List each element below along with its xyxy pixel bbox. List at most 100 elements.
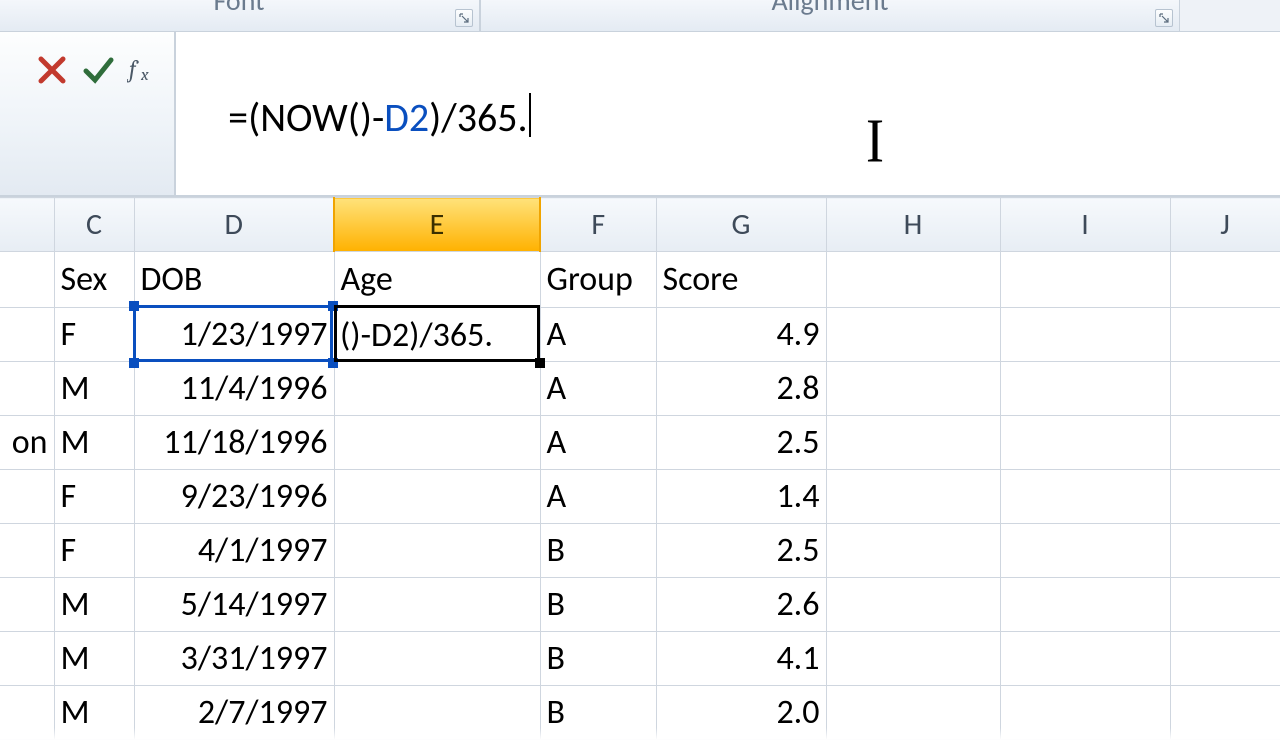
- cell[interactable]: 11/18/1996: [134, 416, 334, 470]
- cell[interactable]: [334, 416, 540, 470]
- cell[interactable]: [826, 252, 1000, 308]
- cell[interactable]: [1170, 362, 1280, 416]
- column-header-c[interactable]: C: [54, 198, 134, 252]
- cell[interactable]: [0, 524, 54, 578]
- formula-bar-buttons: f x: [0, 32, 176, 195]
- cell[interactable]: [826, 686, 1000, 740]
- alignment-dialog-launcher[interactable]: [1155, 9, 1173, 27]
- cell[interactable]: [1170, 416, 1280, 470]
- cell[interactable]: M: [54, 632, 134, 686]
- cell[interactable]: F: [54, 470, 134, 524]
- cell[interactable]: A: [540, 416, 656, 470]
- column-header-i[interactable]: I: [1000, 198, 1170, 252]
- cell[interactable]: 2.6: [656, 578, 826, 632]
- cell[interactable]: [826, 524, 1000, 578]
- cell[interactable]: 2.0: [656, 686, 826, 740]
- column-header-d[interactable]: D: [134, 198, 334, 252]
- cell[interactable]: [0, 308, 54, 362]
- cell[interactable]: B: [540, 578, 656, 632]
- cell[interactable]: on: [0, 416, 54, 470]
- cell[interactable]: 1/23/1997: [134, 308, 334, 362]
- cell[interactable]: [1000, 252, 1170, 308]
- cell[interactable]: [1000, 362, 1170, 416]
- formula-input[interactable]: =(NOW()-D2)/365. I: [176, 32, 1280, 195]
- ribbon-group-font: Font: [0, 0, 480, 31]
- cell[interactable]: [826, 362, 1000, 416]
- cell[interactable]: M: [54, 686, 134, 740]
- cell[interactable]: A: [540, 470, 656, 524]
- cell[interactable]: [826, 308, 1000, 362]
- cell[interactable]: [0, 362, 54, 416]
- cell[interactable]: [334, 470, 540, 524]
- cell[interactable]: 2/7/1997: [134, 686, 334, 740]
- cell[interactable]: [1170, 308, 1280, 362]
- cell[interactable]: [1000, 470, 1170, 524]
- cancel-formula-button[interactable]: [32, 50, 72, 90]
- cell[interactable]: [1170, 470, 1280, 524]
- cell[interactable]: [1000, 308, 1170, 362]
- insert-function-button[interactable]: f x: [124, 50, 164, 90]
- cell[interactable]: [334, 578, 540, 632]
- cell-header-score[interactable]: Score: [656, 252, 826, 308]
- cell-header-group[interactable]: Group: [540, 252, 656, 308]
- cell-header-age[interactable]: Age: [334, 252, 540, 308]
- cell[interactable]: [0, 470, 54, 524]
- cell[interactable]: [1170, 632, 1280, 686]
- fill-handle-icon[interactable]: [535, 358, 545, 368]
- cell[interactable]: [0, 632, 54, 686]
- cell[interactable]: [826, 578, 1000, 632]
- cell[interactable]: F: [54, 308, 134, 362]
- cell[interactable]: [1170, 524, 1280, 578]
- ribbon-group-alignment: Alignment: [480, 0, 1180, 31]
- cell[interactable]: A: [540, 362, 656, 416]
- cell[interactable]: M: [54, 362, 134, 416]
- cell[interactable]: B: [540, 524, 656, 578]
- cell[interactable]: [1000, 632, 1170, 686]
- cell[interactable]: [1170, 252, 1280, 308]
- cell[interactable]: M: [54, 578, 134, 632]
- cell[interactable]: [1170, 686, 1280, 740]
- enter-formula-button[interactable]: [78, 50, 118, 90]
- cell[interactable]: 4/1/1997: [134, 524, 334, 578]
- cell[interactable]: [0, 252, 54, 308]
- column-header-h[interactable]: H: [826, 198, 1000, 252]
- cell[interactable]: [1000, 578, 1170, 632]
- cell[interactable]: [826, 470, 1000, 524]
- cell[interactable]: 2.8: [656, 362, 826, 416]
- cell[interactable]: [826, 416, 1000, 470]
- cell[interactable]: F: [54, 524, 134, 578]
- cell[interactable]: [1000, 416, 1170, 470]
- cell[interactable]: 2.5: [656, 416, 826, 470]
- cell[interactable]: B: [540, 686, 656, 740]
- cell[interactable]: B: [540, 632, 656, 686]
- cell[interactable]: M: [54, 416, 134, 470]
- cell[interactable]: [334, 632, 540, 686]
- cell[interactable]: A: [540, 308, 656, 362]
- column-header-f[interactable]: F: [540, 198, 656, 252]
- font-dialog-launcher[interactable]: [455, 9, 473, 27]
- worksheet-grid[interactable]: C D E F G H I J Sex DOB Age Group Score: [0, 197, 1280, 740]
- cell[interactable]: 3/31/1997: [134, 632, 334, 686]
- cell[interactable]: 11/4/1996: [134, 362, 334, 416]
- cell[interactable]: 1.4: [656, 470, 826, 524]
- cell[interactable]: [1000, 686, 1170, 740]
- cell[interactable]: [826, 632, 1000, 686]
- column-header-j[interactable]: J: [1170, 198, 1280, 252]
- cell[interactable]: 2.5: [656, 524, 826, 578]
- cell[interactable]: [0, 578, 54, 632]
- column-header-e[interactable]: E: [334, 198, 540, 252]
- cell[interactable]: [334, 686, 540, 740]
- cell[interactable]: 9/23/1996: [134, 470, 334, 524]
- cell[interactable]: 5/14/1997: [134, 578, 334, 632]
- cell[interactable]: [0, 686, 54, 740]
- cell[interactable]: 4.1: [656, 632, 826, 686]
- cell-header-sex[interactable]: Sex: [54, 252, 134, 308]
- cell[interactable]: [334, 362, 540, 416]
- cell[interactable]: [1000, 524, 1170, 578]
- cell[interactable]: 4.9: [656, 308, 826, 362]
- cell[interactable]: [334, 524, 540, 578]
- column-header-g[interactable]: G: [656, 198, 826, 252]
- column-header[interactable]: [0, 198, 54, 252]
- cell[interactable]: [1170, 578, 1280, 632]
- cell-header-dob[interactable]: DOB: [134, 252, 334, 308]
